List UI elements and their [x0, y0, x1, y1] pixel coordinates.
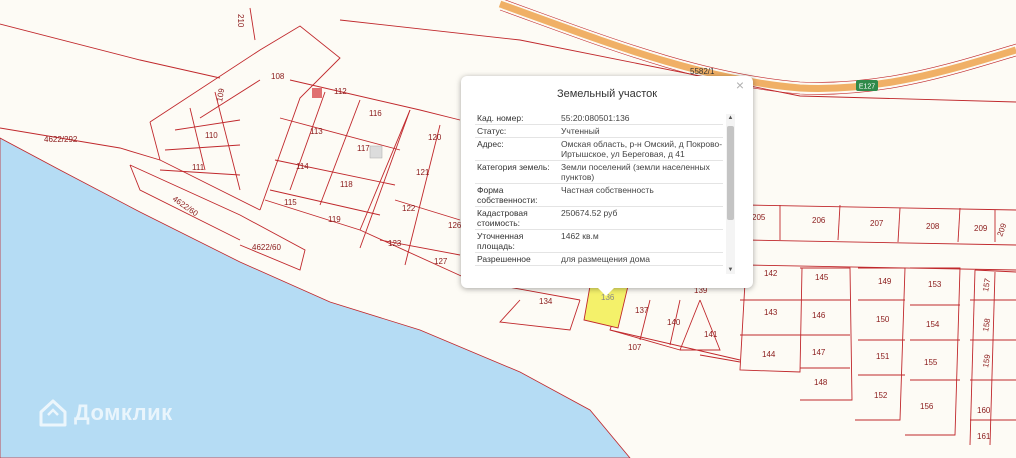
parcel-label: 4622/60 [252, 243, 281, 252]
parcel-label: 140 [667, 318, 681, 327]
parcel-label: 153 [928, 280, 942, 289]
parcel-label: 152 [874, 391, 888, 400]
parcel-label: 110 [205, 131, 218, 140]
highway-label: E127 [859, 84, 875, 91]
parcel-label: 145 [815, 273, 829, 282]
parcel-label: 117 [357, 144, 370, 153]
info-row: Форма собственности: Частная собственнос… [475, 184, 723, 207]
info-value: Земли поселений (земли населенных пункто… [561, 162, 710, 182]
info-row: Статус: Учтенный [475, 125, 723, 138]
popup-pointer [596, 286, 616, 296]
parcel-label: 147 [812, 348, 826, 357]
info-key: Кадастровая стоимость: [477, 208, 528, 228]
info-key: Категория земель: [477, 162, 550, 172]
parcel-label: 121 [416, 168, 430, 177]
building-marker [312, 88, 322, 98]
parcel-label: 148 [814, 378, 828, 387]
scroll-down-icon[interactable]: ▼ [726, 266, 735, 274]
parcel-label: 116 [369, 109, 382, 118]
parcel-label: 122 [402, 204, 416, 213]
parcel-label: 208 [926, 222, 940, 231]
info-row: Разрешенное для размещения дома [475, 253, 723, 266]
info-row: Адрес: Омская область, р-н Омский, д Пок… [475, 138, 723, 161]
parcel-label: 112 [334, 87, 347, 96]
parcel-label: 161 [977, 432, 991, 441]
parcel-label: 154 [926, 320, 940, 329]
parcel-label: 144 [762, 350, 776, 359]
parcel-info-popup: × Земельный участок Кад. номер: 55:20:08… [461, 76, 753, 288]
info-key: Кад. номер: [477, 113, 524, 123]
parcel-label: 143 [764, 308, 778, 317]
info-value: 55:20:080501:136 [561, 113, 630, 123]
parcel-label: 114 [296, 162, 309, 171]
parcel-label: 123 [388, 239, 402, 248]
info-key: Статус: [477, 126, 507, 136]
parcel-label: 156 [920, 402, 934, 411]
parcel-label: 107 [628, 343, 642, 352]
building-marker [369, 145, 383, 159]
info-value: 1462 кв.м [561, 231, 599, 241]
domclick-logo: Домклик [38, 396, 173, 430]
parcel-label: 160 [977, 406, 991, 415]
house-icon [39, 399, 67, 427]
parcel-label: 142 [764, 269, 778, 278]
parcel-label: 151 [876, 352, 890, 361]
info-row: Кад. номер: 55:20:080501:136 [475, 112, 723, 125]
logo-text: Домклик [74, 400, 173, 425]
info-key: Уточненная площадь: [477, 231, 524, 251]
info-key: Адрес: [477, 139, 504, 149]
parcel-label: 126 [448, 221, 462, 230]
parcel-label: 118 [340, 180, 353, 189]
scroll-up-icon[interactable]: ▲ [726, 114, 735, 122]
info-value: Частная собственность [561, 185, 654, 195]
parcel-label: 127 [434, 257, 448, 266]
info-key: Форма собственности: [477, 185, 538, 205]
popup-info-table: Кад. номер: 55:20:080501:136 Статус: Учт… [475, 112, 723, 280]
info-row: Уточненная площадь: 1462 кв.м [475, 230, 723, 253]
road-parcel-label: 5582/1 [690, 67, 715, 76]
info-value: 250674.52 руб [561, 208, 618, 218]
parcel-label: 111 [192, 163, 205, 172]
parcel-label: 113 [310, 127, 323, 136]
parcel-label: 207 [870, 219, 884, 228]
info-row: Категория земель: Земли поселений (земли… [475, 161, 723, 184]
parcel-label: 115 [284, 198, 297, 207]
parcel-label: 210 [236, 14, 245, 28]
info-row: Кадастровая стоимость: 250674.52 руб [475, 207, 723, 230]
parcel-label: 209 [974, 224, 988, 233]
info-value: для размещения дома [561, 254, 651, 264]
popup-scrollbar[interactable]: ▲ ▼ [726, 114, 735, 274]
parcel-label: 120 [428, 133, 442, 142]
parcel-label: 205 [752, 213, 766, 222]
parcel-label: 119 [328, 215, 341, 224]
info-value: Учтенный [561, 126, 600, 136]
info-key: Разрешенное [477, 254, 531, 264]
parcel-label: 134 [539, 297, 553, 306]
parcel-label: 149 [878, 277, 892, 286]
scroll-thumb[interactable] [727, 126, 734, 220]
popup-title: Земельный участок [556, 88, 658, 100]
parcel-label: 108 [271, 72, 285, 81]
parcel-label: 150 [876, 315, 890, 324]
parcel-label: 137 [635, 306, 649, 315]
parcel-label: 146 [812, 311, 826, 320]
parcel-label: 141 [704, 330, 718, 339]
parcel-label: 155 [924, 358, 938, 367]
parcel-label: 4622/292 [44, 135, 78, 144]
parcel-label: 206 [812, 216, 826, 225]
info-value: Омская область, р-н Омский, д Покрово-Ир… [561, 139, 723, 159]
